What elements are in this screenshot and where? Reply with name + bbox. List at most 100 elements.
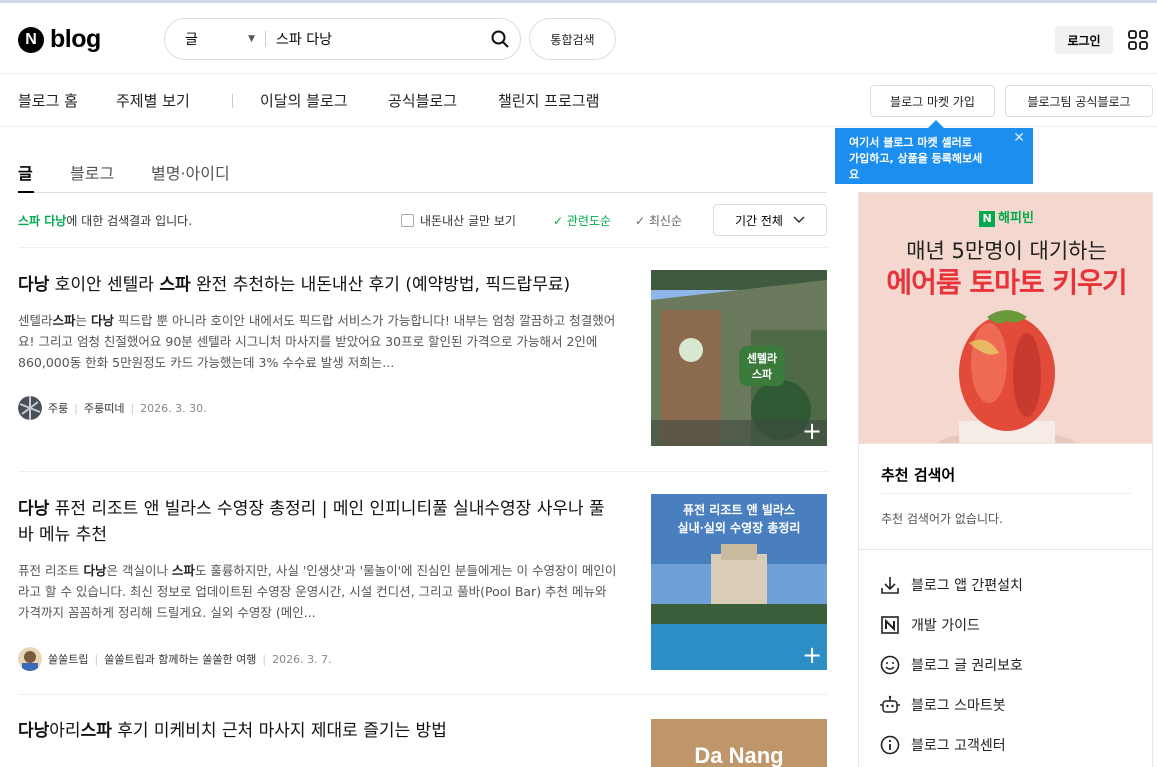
link-smartbot[interactable]: 블로그 스마트봇 [879,694,1006,716]
link-label: 블로그 스마트봇 [911,698,1006,714]
tab-blogs[interactable]: 블로그 [70,160,114,184]
result-keyword: 스파 다낭 [18,214,67,228]
sort-relevance-label: 관련도순 [566,214,612,228]
search-box: 글 ▼ [164,18,521,60]
chevron-down-icon [793,216,805,224]
author-name[interactable]: 쏠쏠트립 [48,651,88,667]
avatar[interactable] [18,647,42,671]
close-icon[interactable]: ✕ [1013,130,1025,146]
nav-official-blog[interactable]: 공식블로그 [388,90,457,111]
ad-banner[interactable]: N 해피빈 매년 5만명이 대기하는 에어룸 토마토 키우기 [858,192,1153,444]
official-blog-button[interactable]: 블로그팀 공식블로그 [1005,85,1153,117]
article-title[interactable]: 다낭 퓨전 리조트 앤 빌라스 수영장 총정리 | 메인 인피니티풀 실내수영장… [18,496,618,548]
active-tab-indicator [18,191,34,193]
naver-blog-logo[interactable]: N blog [18,25,101,54]
divider [18,694,827,695]
link-app-install[interactable]: 블로그 앱 간편설치 [879,574,1023,596]
naver-n-logo-icon: N [18,26,44,53]
article-thumbnail[interactable]: 퓨전 리조트 앤 빌라스 실내·실외 수영장 총정리 + [651,494,827,670]
header: N blog 글 ▼ 통합검색 로그인 [0,3,1157,73]
blog-name[interactable]: 쏠쏠트립과 함께하는 쏠쏠한 여행 [104,651,256,667]
recommend-title: 추천 검색어 [881,466,956,484]
link-label: 개발 가이드 [911,618,980,634]
result-tabs: 글 블로그 별명·아이디 [18,158,827,193]
info-icon [879,734,901,756]
link-label: 블로그 앱 간편설치 [911,578,1023,594]
period-label: 기간 전체 [735,213,783,228]
plus-icon: + [801,417,823,445]
article-thumbnail[interactable]: 센텔라 스파 + [651,270,827,446]
text-segment: 는 [75,313,92,328]
market-join-button[interactable]: 블로그 마켓 가입 [870,85,995,117]
svg-text:스파: 스파 [752,367,773,381]
keyword-highlight: 다낭 [18,275,50,295]
text-segment: 센텔라 [18,313,53,328]
apps-grid-icon[interactable] [1128,30,1148,50]
period-select[interactable]: 기간 전체 [713,204,827,236]
link-customer-center[interactable]: 블로그 고객센터 [879,734,1006,756]
article-title[interactable]: 다낭 호이안 센텔라 스파 완전 추천하는 내돈내산 후기 (예약방법, 픽드랍… [18,272,618,298]
naver-n-icon [879,614,901,636]
post-date: 2026. 3. 7. [272,652,332,666]
sort-recent[interactable]: ✓ 최신순 [635,212,682,229]
checkbox[interactable] [401,214,414,227]
sidebar-links: 블로그 앱 간편설치 개발 가이드 블로그 글 권리보호 블로그 스마트봇 블로… [858,550,1153,767]
link-dev-guide[interactable]: 개발 가이드 [879,614,980,636]
thumb-title-2: 실내·실외 수영장 총정리 [678,520,801,535]
text-segment: 은 객실이나 [106,563,172,578]
avatar[interactable] [18,396,42,420]
search-type-select[interactable]: 글 ▼ [165,29,265,49]
search-button[interactable] [480,19,520,59]
tooltip-line-3: 요 [849,168,860,181]
logo-text: blog [50,25,101,53]
nav-topics[interactable]: 주제별 보기 [116,90,190,111]
tooltip-arrow [928,120,944,128]
article-description[interactable]: 센텔라스파는 다낭 픽드랍 뿐 아니라 호이안 내에서도 픽드랍 서비스가 가능… [18,310,618,373]
keyword-highlight: 스파 [159,275,191,295]
tooltip-line-1: 여기서 블로그 마켓 셀러로 [849,136,972,149]
divider [18,247,827,248]
nav-monthly-blog[interactable]: 이달의 블로그 [260,90,348,111]
separator: | [94,652,99,666]
result-suffix: 에 대한 검색결과 입니다. [66,214,193,228]
result-summary: 스파 다낭에 대한 검색결과 입니다. [18,212,192,229]
article-description[interactable]: 퓨전 리조트 다낭은 객실이나 스파도 훌륭하지만, 사실 '인생샷'과 '물놀… [18,560,618,623]
recommended-search-panel: 추천 검색어 추천 검색어가 없습니다. [858,444,1153,550]
nav-blog-home[interactable]: 블로그 홈 [18,90,78,111]
text-segment: 호이안 센텔라 [49,275,160,295]
text-segment: 퓨전 리조트 앤 빌라스 수영장 총정리 | 메인 인피니티풀 실내수영장 사우… [18,499,605,545]
robot-icon [879,694,901,716]
keyword-highlight: 스파 [171,563,195,578]
sort-recent-label: 최신순 [648,214,683,228]
keyword-highlight: 다낭 [18,721,50,741]
integrated-search-button[interactable]: 통합검색 [529,18,616,60]
separator: | [262,652,267,666]
link-label: 블로그 고객센터 [911,738,1006,754]
separator: | [74,401,78,415]
tab-nickname[interactable]: 별명·아이디 [151,160,230,184]
author-name[interactable]: 주룽 [48,400,68,416]
tab-posts[interactable]: 글 [18,160,33,184]
thumb-title-1: 퓨전 리조트 앤 빌라스 [683,502,795,517]
blog-name[interactable]: 주룽띠네 [84,400,124,416]
keyword-highlight: 다낭 [18,499,50,519]
keyword-highlight: 스파 [80,721,112,741]
ad-brand: N 해피빈 [859,207,1152,227]
keyword-highlight: 스파 [52,313,76,328]
nav-challenge[interactable]: 챌린지 프로그램 [498,90,599,111]
search-icon [491,30,509,48]
text-segment: 후기 미케비치 근처 마사지 제대로 즐기는 방법 [111,721,447,741]
article-title[interactable]: 다낭아리스파 후기 미케비치 근처 마사지 제대로 즐기는 방법 [18,718,618,744]
top-nav: 블로그 홈 주제별 보기 이달의 블로그 공식블로그 챌린지 프로그램 블로그 … [0,73,1157,127]
download-icon [879,574,901,596]
link-rights-protection[interactable]: 블로그 글 권리보호 [879,654,1023,676]
article-thumbnail[interactable]: Da Nang [651,719,827,767]
sort-relevance[interactable]: ✓ 관련도순 [553,212,611,229]
check-icon: ✓ [553,214,564,228]
check-icon: ✓ [635,214,646,228]
search-input[interactable] [266,24,480,54]
login-button[interactable]: 로그인 [1055,26,1113,54]
own-purchase-filter[interactable]: 내돈내산 글만 보기 [401,212,516,229]
plus-icon: + [801,641,823,669]
tooltip-line-2: 가입하고, 상품을 등록해보세 [849,152,983,165]
